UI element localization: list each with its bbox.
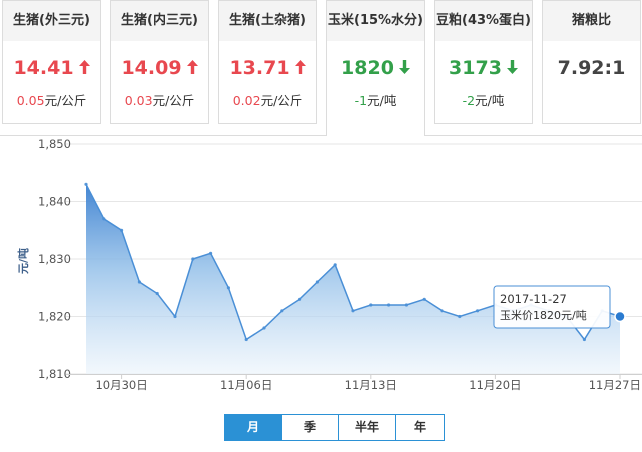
y-tick-label: 1,850 xyxy=(38,137,71,151)
arrow-down-icon xyxy=(506,60,518,74)
data-point xyxy=(351,309,355,313)
tab-period-3[interactable]: 年 xyxy=(395,415,444,440)
card-title: 豆粕(43%蛋白) xyxy=(435,1,532,41)
x-tick-label: 11月27日 xyxy=(589,378,641,392)
card-price-value: 14.09 xyxy=(121,57,182,79)
price-card-4[interactable]: 豆粕(43%蛋白) 3173 -2元/吨 xyxy=(434,0,533,124)
data-point xyxy=(315,280,319,284)
price-card-2[interactable]: 生猪(土杂猪) 13.71 0.02元/公斤 xyxy=(218,0,317,124)
tab-period-0[interactable]: 月 xyxy=(225,415,281,440)
data-point xyxy=(458,314,462,319)
card-price-value: 3173 xyxy=(449,57,502,79)
x-tick-label: 11月20日 xyxy=(469,378,521,392)
data-point xyxy=(120,228,124,232)
card-change: 0.03元/公斤 xyxy=(111,90,208,109)
card-change: 0.05元/公斤 xyxy=(3,90,100,109)
data-point xyxy=(369,303,373,307)
arrow-up-icon xyxy=(294,60,306,74)
card-title: 生猪(内三元) xyxy=(111,1,208,41)
arrow-down-icon xyxy=(398,60,410,74)
data-point xyxy=(137,280,141,284)
tooltip-date: 2017-11-27 xyxy=(500,292,567,306)
card-change-value: -2 xyxy=(462,93,476,108)
x-tick-label: 11月06日 xyxy=(220,378,272,392)
y-tick-label: 1,840 xyxy=(38,195,71,209)
card-price-value: 7.92:1 xyxy=(557,57,626,79)
data-point xyxy=(191,257,195,261)
data-point xyxy=(102,217,106,221)
data-point xyxy=(298,297,302,301)
data-point xyxy=(333,263,337,267)
price-card-0[interactable]: 生猪(外三元) 14.41 0.05元/公斤 xyxy=(2,0,101,124)
card-change-unit: 元/公斤 xyxy=(152,93,195,108)
corn-price-chart: 1,850 1,840 1,830 1,820 1,810 元/吨 10月30日 11月06日… xyxy=(16,137,642,392)
data-point xyxy=(387,303,391,307)
card-price: 13.71 xyxy=(219,57,316,79)
card-change-unit: 元/公斤 xyxy=(44,93,87,108)
card-price: 3173 xyxy=(435,57,532,79)
card-change-unit: 元/吨 xyxy=(367,93,397,108)
y-tick-label: 1,830 xyxy=(38,252,71,266)
arrow-up-icon xyxy=(186,60,198,74)
card-change: -2元/吨 xyxy=(435,90,532,109)
data-point xyxy=(84,182,88,186)
arrow-up-icon xyxy=(78,60,90,74)
data-point xyxy=(262,326,266,330)
card-price: 14.09 xyxy=(111,57,208,79)
price-card-1[interactable]: 生猪(内三元) 14.09 0.03元/公斤 xyxy=(110,0,209,124)
card-price: 14.41 xyxy=(3,57,100,79)
chart-panel: 1,850 1,840 1,830 1,820 1,810 元/吨 10月30日 11月06日… xyxy=(0,135,642,451)
data-point xyxy=(244,337,248,342)
tab-period-1[interactable]: 季 xyxy=(281,415,338,440)
card-price: 7.92:1 xyxy=(543,57,640,79)
x-tick-label: 11月13日 xyxy=(345,378,397,392)
data-point xyxy=(582,337,587,342)
data-point xyxy=(422,297,426,301)
card-price-value: 14.41 xyxy=(13,57,74,79)
card-change-value: 0.02 xyxy=(232,93,261,108)
card-title: 生猪(外三元) xyxy=(3,1,100,41)
data-point xyxy=(226,286,230,290)
card-change: -1元/吨 xyxy=(327,90,424,109)
card-change-value: 0.03 xyxy=(124,93,153,108)
card-title: 玉米(15%水分) xyxy=(327,1,424,41)
card-title: 生猪(土杂猪) xyxy=(219,1,316,41)
price-card-5[interactable]: 猪粮比 7.92:1 xyxy=(542,0,641,124)
data-point xyxy=(209,251,213,255)
period-tabs: 月季半年年 xyxy=(224,414,445,441)
highlight-point xyxy=(614,310,626,323)
price-card-3[interactable]: 玉米(15%水分) 1820 -1元/吨 xyxy=(326,0,425,136)
y-tick-label: 1,820 xyxy=(38,310,71,324)
price-cards: 生猪(外三元) 14.41 0.05元/公斤 生猪(内三元) 14.09 0.03元/公斤… xyxy=(0,0,642,136)
data-point xyxy=(280,309,284,313)
data-point xyxy=(155,291,159,296)
card-change-unit: 元/公斤 xyxy=(260,93,303,108)
card-price-value: 13.71 xyxy=(229,57,290,79)
card-price: 1820 xyxy=(327,57,424,79)
x-tick-label: 10月30日 xyxy=(95,378,147,392)
data-point xyxy=(476,309,480,313)
card-title: 猪粮比 xyxy=(543,1,640,41)
data-point xyxy=(173,314,177,319)
card-price-value: 1820 xyxy=(341,57,394,79)
card-change: 0.02元/公斤 xyxy=(219,90,316,109)
card-change-value: 0.05 xyxy=(16,93,45,108)
card-change-unit: 元/吨 xyxy=(475,93,505,108)
series-area xyxy=(86,184,620,374)
tooltip-label: 玉米价1820元/吨 xyxy=(500,309,587,322)
y-axis-label: 元/吨 xyxy=(16,248,30,274)
card-change-value: -1 xyxy=(354,93,368,108)
data-point xyxy=(440,309,444,313)
data-point xyxy=(404,303,408,307)
tab-period-2[interactable]: 半年 xyxy=(338,415,395,440)
y-tick-label: 1,810 xyxy=(38,367,71,381)
